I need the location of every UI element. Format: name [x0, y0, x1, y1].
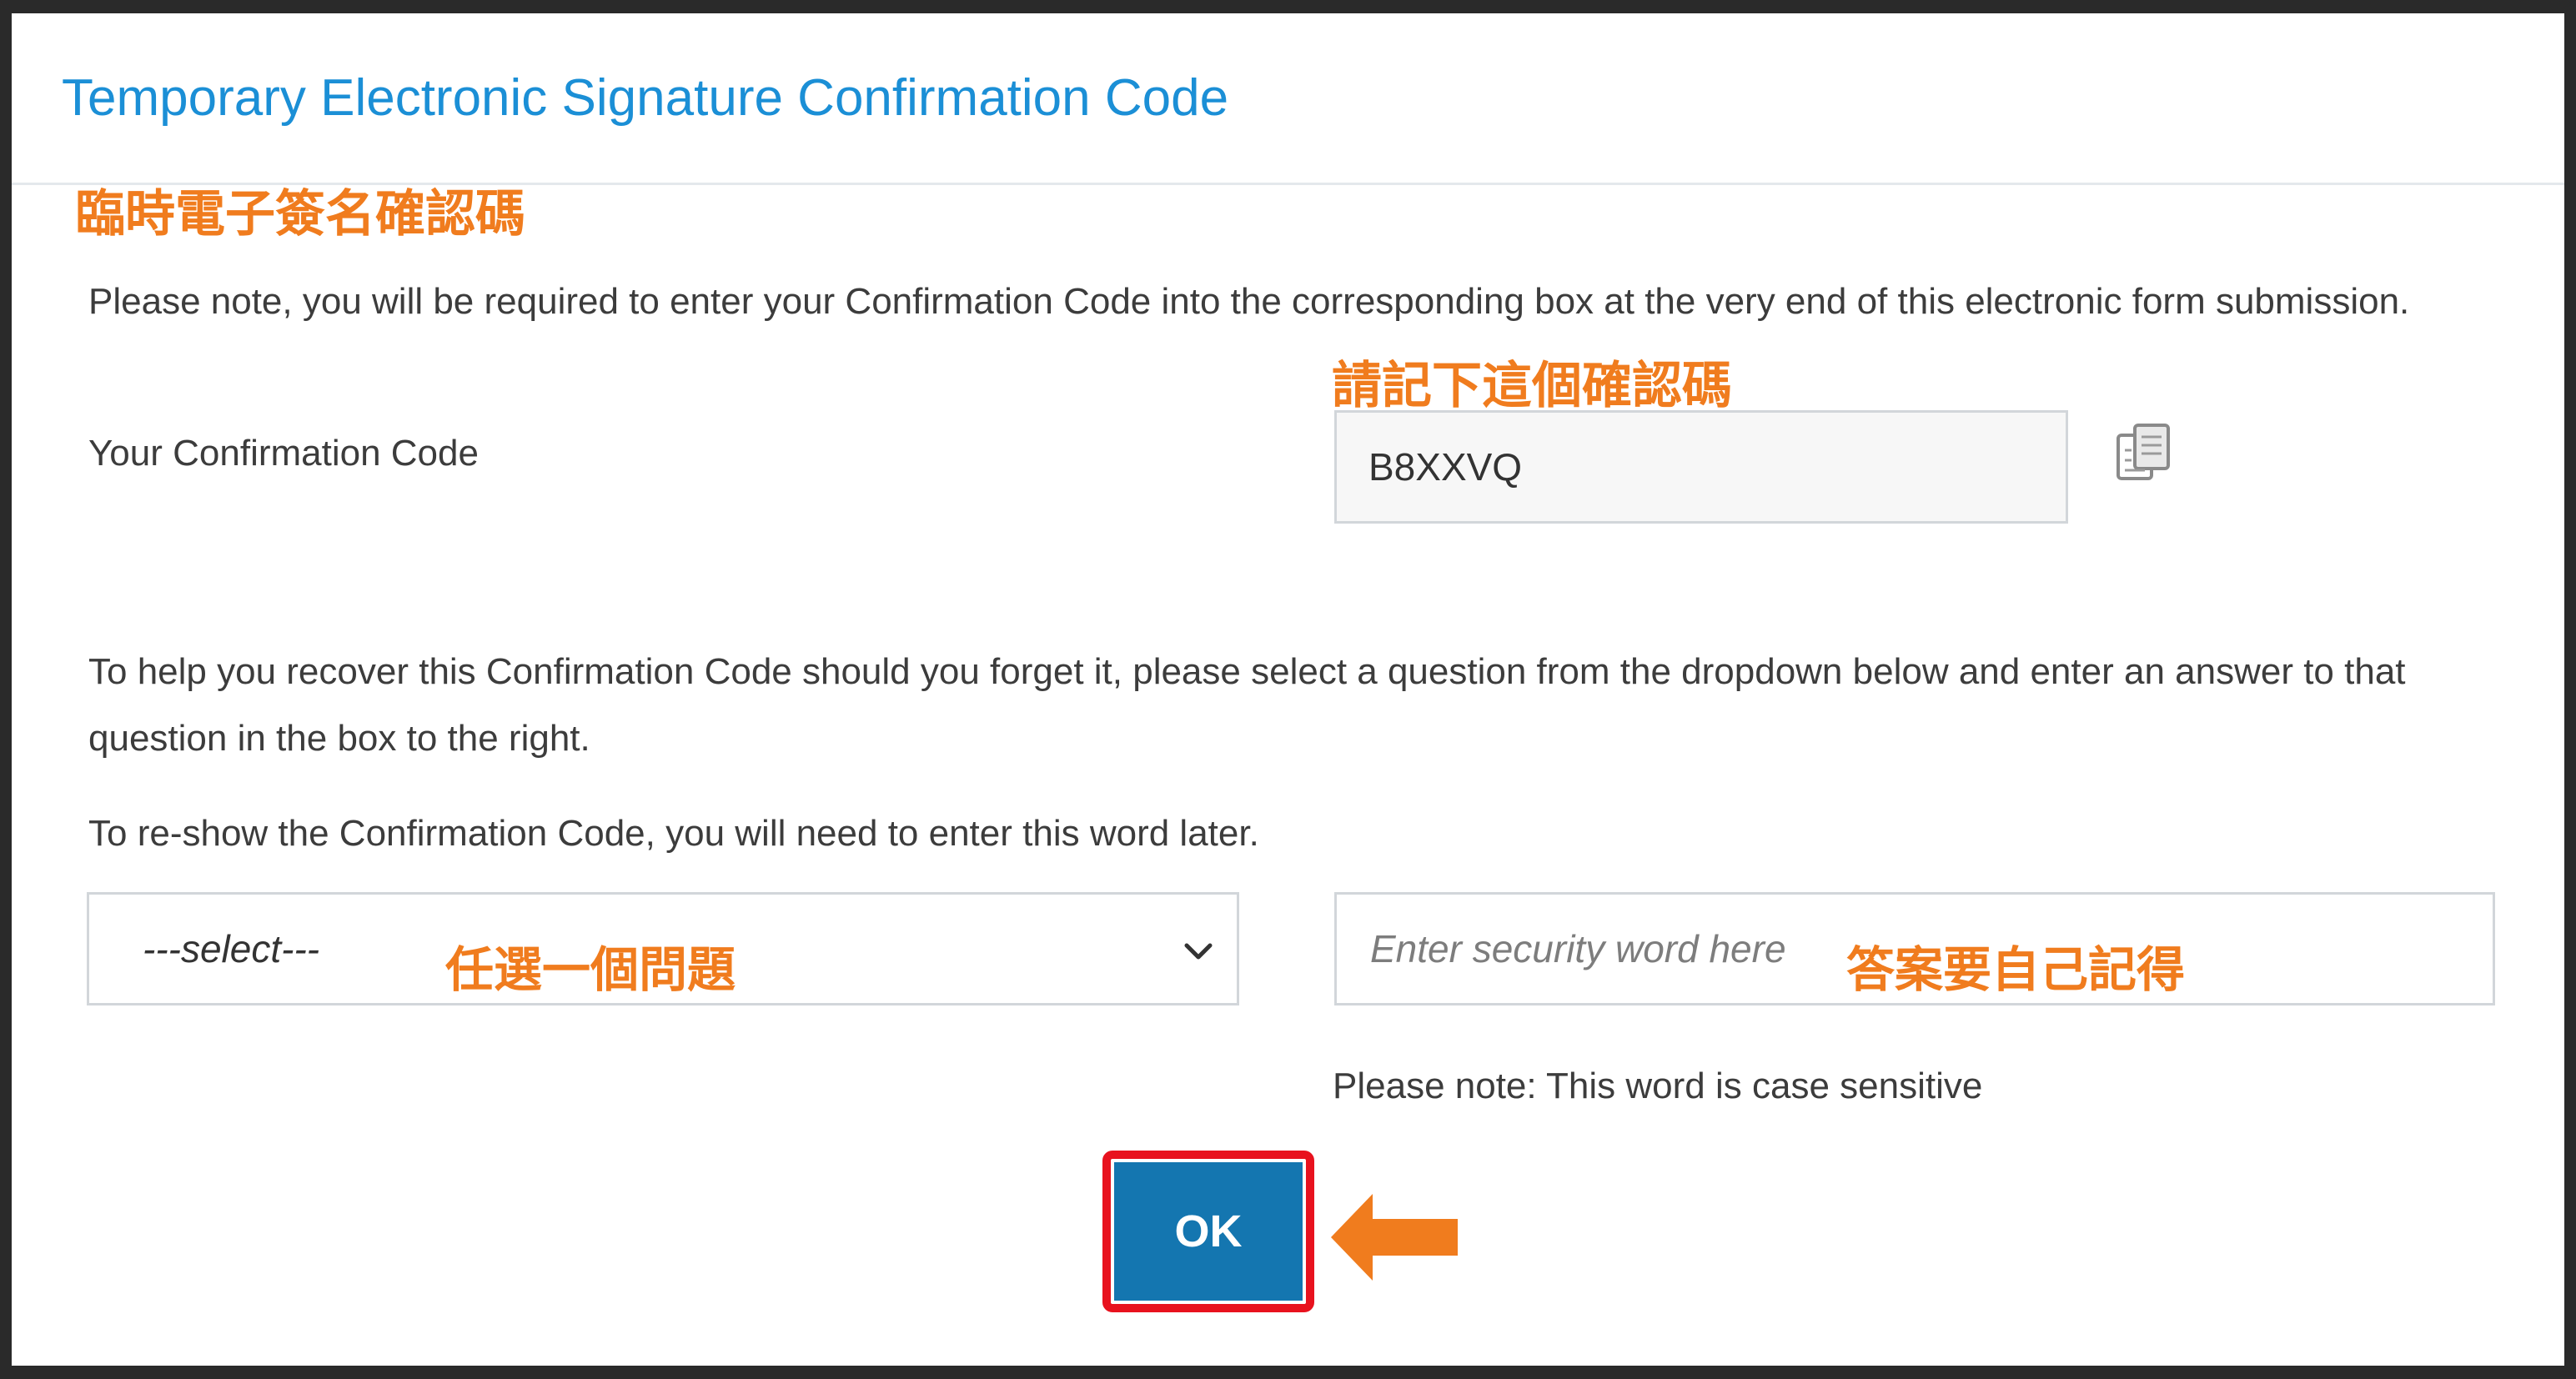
case-sensitive-note: Please note: This word is case sensitive [1333, 1066, 1983, 1106]
confirmation-code-dialog: Temporary Electronic Signature Confirmat… [12, 13, 2564, 1366]
recovery-help-text: To help you recover this Confirmation Co… [88, 651, 2406, 759]
reshow-note: To re-show the Confirmation Code, you wi… [88, 813, 1259, 854]
dialog-title: Temporary Electronic Signature Confirmat… [62, 69, 1229, 127]
copy-icon[interactable] [2112, 422, 2178, 489]
ok-button[interactable]: OK [1114, 1162, 1303, 1301]
arrow-left-icon [1331, 1192, 1458, 1282]
select-annotation: 任選一個問題 [445, 941, 736, 998]
submission-note: Please note, you will be required to ent… [88, 281, 2410, 322]
confirmation-code-field[interactable]: B8XXVQ [1334, 410, 2068, 524]
confirmation-code-label: Your Confirmation Code [88, 433, 479, 474]
dialog-header: Temporary Electronic Signature Confirmat… [12, 13, 2564, 185]
title-annotation: 臨時電子簽名確認碼 [75, 185, 525, 243]
code-annotation: 請記下這個確認碼 [1332, 357, 1732, 415]
answer-annotation: 答案要自己記得 [1846, 941, 2186, 998]
chevron-down-icon[interactable] [1180, 933, 1217, 970]
select-value: ---select--- [143, 927, 320, 970]
